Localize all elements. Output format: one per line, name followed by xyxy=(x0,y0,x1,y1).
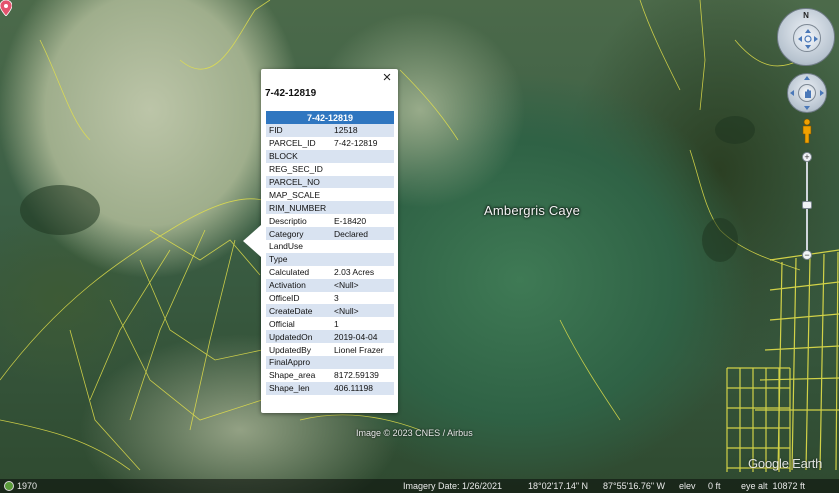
attribute-key: CreateDate xyxy=(266,304,331,318)
attribute-key: REG_SEC_ID xyxy=(269,164,323,175)
table-row: LandUse xyxy=(266,240,394,253)
attribute-key: OfficeID xyxy=(269,293,300,304)
attribute-table: 7-42-12819 FID 12518 PARCEL_ID 7-42-12819 BL… xyxy=(266,111,394,395)
attribute-value: E-18420 xyxy=(334,215,367,226)
table-row: UpdatedBy Lionel Frazer xyxy=(266,343,394,356)
attribute-key: LandUse xyxy=(269,241,304,252)
table-row: OfficeID 3 xyxy=(266,292,394,305)
attribute-key: UpdatedBy xyxy=(269,344,312,355)
zoom-in-button[interactable]: + xyxy=(802,152,812,162)
satellite-map[interactable]: Ambergris Caye xyxy=(0,0,839,493)
place-label: Ambergris Caye xyxy=(484,203,580,218)
table-row: Activation <Null> xyxy=(266,278,394,292)
attribute-key: RIM_NUMBER xyxy=(266,201,331,215)
eye-altitude: eye alt 10872 ft xyxy=(741,481,806,491)
attribute-value: 1 xyxy=(334,318,339,329)
latitude: 18°02'17.14" N xyxy=(528,481,589,491)
attribute-key: Official xyxy=(269,318,295,329)
attribute-key: Calculated xyxy=(269,267,310,278)
pegman-icon[interactable] xyxy=(800,118,814,144)
attribute-key: UpdatedOn xyxy=(266,330,331,344)
attribute-value: 2019-04-04 xyxy=(331,330,394,344)
north-label[interactable]: N xyxy=(778,11,834,20)
attribute-value: 2.03 Acres xyxy=(334,267,375,278)
attribute-value xyxy=(331,163,394,176)
clock-icon[interactable] xyxy=(4,481,14,491)
attribute-key: Category xyxy=(266,227,331,241)
historical-year[interactable]: 1970 xyxy=(17,479,37,493)
elevation: elev 0 ft xyxy=(679,481,721,491)
attribute-value: 406.11198 xyxy=(331,381,394,395)
parcel-info-balloon: × 7-42-12819 7-42-12819 FID 12518 PARCEL_I… xyxy=(243,69,398,413)
table-row: CreateDate <Null> xyxy=(266,304,394,318)
move-ring[interactable] xyxy=(787,73,827,113)
table-row: REG_SEC_ID xyxy=(266,163,394,176)
zoom-thumb[interactable] xyxy=(802,201,812,209)
attribute-value: 3 xyxy=(334,293,339,304)
attribute-value: <Null> xyxy=(331,304,394,318)
compass-ring-icon[interactable]: N xyxy=(777,8,835,66)
table-row: Category Declared xyxy=(266,227,394,241)
table-row: Calculated 2.03 Acres xyxy=(266,266,394,279)
parcel-boundaries xyxy=(0,0,839,472)
imagery-date: Imagery Date: 1/26/2021 xyxy=(403,481,503,491)
attribute-value xyxy=(331,356,394,369)
attribute-key: MAP_SCALE xyxy=(269,189,321,200)
attribute-key: FID xyxy=(266,124,331,137)
attribute-value xyxy=(331,240,394,253)
historical-imagery-control[interactable]: 1970 xyxy=(3,480,40,492)
attribute-key: BLOCK xyxy=(266,149,331,163)
attribute-value xyxy=(331,201,394,215)
attribute-value xyxy=(331,175,394,189)
imagery-attribution: Image © 2023 CNES / Airbus xyxy=(356,428,473,438)
attribute-value: 7-42-12819 xyxy=(334,138,378,149)
attribute-value: 12518 xyxy=(331,124,394,137)
attribute-key: Descriptio xyxy=(269,215,307,226)
attribute-value: Declared xyxy=(331,227,394,241)
longitude: 87°55'16.76" W xyxy=(603,481,666,491)
attribute-key: PARCEL_NO xyxy=(266,175,331,189)
table-row: Descriptio E-18420 xyxy=(266,214,394,227)
attribute-key: Shape_len xyxy=(266,381,331,395)
close-icon[interactable]: × xyxy=(380,70,394,86)
look-joystick-icon[interactable] xyxy=(793,24,821,52)
attribute-value xyxy=(331,188,394,201)
table-row: RIM_NUMBER xyxy=(266,201,394,215)
attribute-value xyxy=(331,252,394,266)
attribute-value: Lionel Frazer xyxy=(334,344,384,355)
table-row: Type xyxy=(266,252,394,266)
table-row: PARCEL_ID 7-42-12819 xyxy=(266,137,394,150)
placemark-pin-icon[interactable] xyxy=(0,0,12,16)
balloon-title: 7-42-12819 xyxy=(265,88,317,99)
table-row: Official 1 xyxy=(266,317,394,330)
attribute-key: FinalAppro xyxy=(266,356,331,369)
table-header: 7-42-12819 xyxy=(266,111,394,124)
attribute-value: 8172.59139 xyxy=(334,370,379,381)
attribute-key: PARCEL_ID xyxy=(269,138,316,149)
google-earth-logo: Google Earth xyxy=(748,456,823,471)
attribute-key: Shape_area xyxy=(269,370,316,381)
attribute-value: <Null> xyxy=(331,278,394,292)
balloon-tail xyxy=(243,225,261,257)
table-row: UpdatedOn 2019-04-04 xyxy=(266,330,394,344)
table-row: FID 12518 xyxy=(266,124,394,137)
attribute-value xyxy=(331,149,394,163)
zoom-slider-icon[interactable]: + − xyxy=(802,152,812,262)
table-row: Shape_area 8172.59139 xyxy=(266,369,394,382)
zoom-out-button[interactable]: − xyxy=(802,250,812,260)
status-bar: 1970 Imagery Date: 1/26/2021 18°02'17.14… xyxy=(0,479,839,493)
attribute-key: Type xyxy=(266,252,331,266)
move-hand-icon[interactable] xyxy=(798,84,816,102)
table-row: BLOCK xyxy=(266,149,394,163)
table-row: MAP_SCALE xyxy=(266,188,394,201)
attribute-key: Activation xyxy=(266,278,331,292)
table-row: PARCEL_NO xyxy=(266,175,394,189)
table-row: FinalAppro xyxy=(266,356,394,369)
table-row: Shape_len 406.11198 xyxy=(266,381,394,395)
